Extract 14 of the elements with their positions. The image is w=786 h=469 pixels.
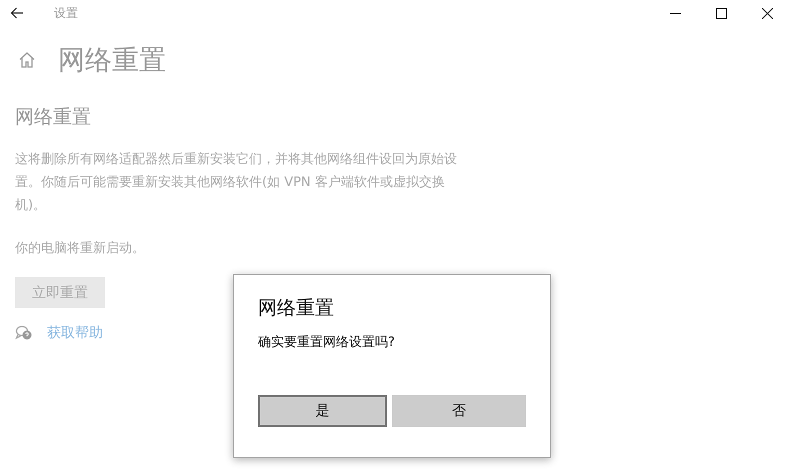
home-icon[interactable] — [18, 51, 36, 69]
window-title: 设置 — [54, 4, 78, 22]
dialog-message: 确实要重置网络设置吗? — [258, 334, 396, 351]
page-title: 网络重置 — [58, 44, 166, 78]
back-icon[interactable] — [10, 7, 24, 19]
no-button[interactable]: 否 — [392, 395, 526, 427]
restart-note: 你的电脑将重新启动。 — [15, 240, 146, 257]
yes-button[interactable]: 是 — [258, 395, 388, 427]
description-text: 这将删除所有网络适配器然后重新安装它们，并将其他网络组件设回为原始设置。你随后可能需要重新安装其他网络软件(如 VPN 客户端软件或虚拟交换机)。 — [15, 151, 458, 215]
dialog-title: 网络重置 — [258, 296, 335, 321]
close-icon[interactable] — [762, 8, 773, 18]
maximize-icon[interactable] — [716, 8, 727, 18]
section-title: 网络重置 — [15, 105, 92, 130]
help-chat-icon[interactable] — [15, 325, 33, 341]
